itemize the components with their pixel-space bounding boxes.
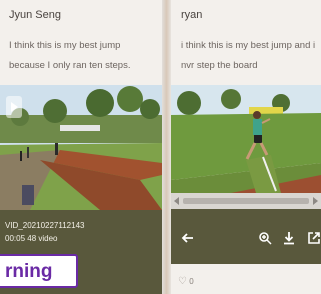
heart-icon[interactable]: ♡ bbox=[178, 276, 187, 287]
video-filename: VID_20210227112143 bbox=[5, 221, 85, 230]
scroll-track[interactable] bbox=[183, 198, 309, 204]
video-meta: 00:05 48 video bbox=[5, 234, 58, 243]
download-icon[interactable] bbox=[282, 231, 296, 245]
video-preview[interactable] bbox=[171, 85, 321, 193]
like-count-value: 0 bbox=[189, 277, 194, 286]
overlay-label-text: rning bbox=[5, 261, 53, 282]
post-author: Jyun Seng bbox=[9, 9, 61, 21]
video-thumbnail[interactable] bbox=[0, 85, 162, 210]
jump-scene bbox=[171, 85, 321, 193]
back-arrow-icon[interactable] bbox=[181, 231, 195, 245]
post-text: i think this is my best jump and i nvr s… bbox=[181, 36, 317, 76]
like-count[interactable]: ♡ 0 bbox=[178, 276, 194, 287]
media-scrollbar[interactable] bbox=[171, 193, 321, 209]
column-divider bbox=[162, 0, 171, 294]
scroll-left-icon[interactable] bbox=[174, 197, 179, 205]
post-text-line: nvr step the board bbox=[181, 60, 258, 71]
play-icon[interactable] bbox=[6, 96, 22, 118]
post-author: ryan bbox=[181, 9, 203, 21]
scroll-right-icon[interactable] bbox=[313, 197, 318, 205]
post-text-line: I think this is my best jump bbox=[9, 40, 121, 51]
open-external-icon[interactable] bbox=[307, 231, 321, 245]
zoom-in-icon[interactable] bbox=[258, 231, 272, 245]
post-text-line: because I only ran ten steps. bbox=[9, 60, 131, 71]
track-scene bbox=[0, 85, 162, 210]
post-text-line: i think this is my best jump and i bbox=[181, 40, 316, 51]
media-toolbar bbox=[171, 209, 321, 264]
overlay-label-badge: rning bbox=[0, 254, 78, 288]
post-card-left[interactable]: Jyun Seng I think this is my best jump b… bbox=[0, 0, 162, 294]
post-card-right[interactable]: ryan i think this is my best jump and i … bbox=[171, 0, 321, 294]
post-text: I think this is my best jump because I o… bbox=[9, 36, 130, 76]
